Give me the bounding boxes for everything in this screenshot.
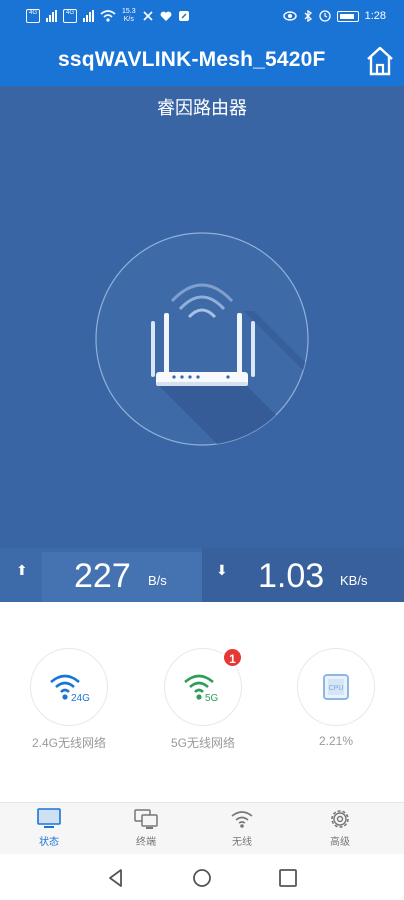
- signal1-icon: [46, 10, 57, 22]
- alarm-icon: [318, 10, 331, 22]
- battery-icon: [336, 10, 359, 22]
- cpu-usage-label: 2.21%: [318, 734, 354, 748]
- system-navigation-bar: [0, 854, 404, 900]
- app-notification-icon: [178, 11, 189, 21]
- wifi-24g-label: 2.4G无线网络: [31, 736, 107, 750]
- tab-devices[interactable]: 终端: [116, 807, 176, 853]
- tab-advanced-label: 高级: [330, 837, 350, 848]
- tab-wireless-label: 无线: [232, 837, 252, 848]
- tab-status-label: 状态: [39, 837, 59, 848]
- sim1-icon: 4G: [26, 9, 40, 23]
- upload-section: ⬆ 227 B/s: [0, 548, 202, 602]
- net-speed-unit: K/s: [123, 16, 134, 23]
- notification-badge: 1: [222, 647, 243, 668]
- tab-devices-label: 终端: [136, 837, 156, 848]
- download-section: ⬇ 1.03 KB/s: [202, 548, 404, 602]
- wifi-5g-icon: 5G: [184, 674, 219, 704]
- app-header: ssqWAVLINK-Mesh_5420F: [0, 36, 404, 86]
- devices-icon: [134, 809, 158, 829]
- tab-wireless[interactable]: 无线: [212, 807, 272, 853]
- svg-text:5G: 5G: [205, 693, 219, 704]
- net-speed-value: 15.3: [122, 8, 136, 15]
- gear-icon: [331, 810, 349, 828]
- traffic-speed-bar: ⬆ 227 B/s ⬇ 1.03 KB/s: [0, 548, 404, 602]
- svg-text:CPU: CPU: [329, 685, 344, 692]
- router-status-panel: 睿因路由器 ⬆ 227 B/s ⬇ 1.03 KB/s: [0, 86, 404, 602]
- wifi-icon: [231, 811, 253, 828]
- wifi-status-icon: [100, 10, 116, 22]
- heart-icon: [160, 11, 172, 21]
- download-arrow-icon: ⬇: [216, 562, 228, 578]
- wifi-5g-tile[interactable]: 5G 1: [164, 647, 243, 726]
- wifi-24g-icon: 24G: [50, 674, 90, 704]
- upload-speed-unit: B/s: [148, 573, 167, 588]
- tab-advanced[interactable]: 高级: [310, 807, 370, 853]
- svg-text:24G: 24G: [71, 693, 90, 704]
- net-speed: 15.3 K/s: [122, 8, 136, 24]
- tool-icon: [143, 11, 153, 21]
- download-speed-value: 1.03: [258, 557, 325, 595]
- sim2-label: 4G: [65, 10, 74, 16]
- home-icon[interactable]: [364, 44, 396, 78]
- home-nav-icon[interactable]: [190, 866, 214, 890]
- back-icon[interactable]: [104, 866, 128, 890]
- monitor-icon: [37, 808, 61, 828]
- signal2-icon: [83, 10, 94, 22]
- sim2-icon: 4G: [63, 9, 77, 23]
- status-left: 4G 4G 15.3 K/s: [26, 8, 190, 24]
- bluetooth-icon: [304, 10, 312, 22]
- device-title: ssqWAVLINK-Mesh_5420F: [58, 48, 326, 71]
- clock: 1:28: [364, 10, 386, 22]
- wifi-5g-label: 5G无线网络: [170, 736, 235, 750]
- upload-arrow-icon: ⬆: [16, 562, 28, 578]
- status-bar: 4G 4G 15.3 K/s 1:28: [0, 0, 404, 36]
- recents-icon[interactable]: [276, 866, 300, 890]
- router-name: 睿因路由器: [157, 98, 247, 118]
- wifi-24g-tile[interactable]: 24G: [30, 648, 108, 726]
- tab-status[interactable]: 状态: [19, 807, 79, 853]
- status-right: 1:28: [282, 10, 386, 22]
- bottom-tab-bar: 状态 终端 无线 高级: [0, 802, 404, 854]
- eye-icon: [282, 11, 297, 21]
- upload-speed-value: 227: [74, 557, 131, 595]
- quick-tiles: 24G 2.4G无线网络 5G 1 5G无线网络 CPU 2.21%: [0, 602, 404, 802]
- download-speed-unit: KB/s: [340, 573, 368, 588]
- cpu-tile[interactable]: CPU: [297, 648, 375, 726]
- sim1-label: 4G: [28, 10, 37, 16]
- router-icon: [95, 232, 309, 446]
- cpu-icon: CPU: [323, 674, 349, 700]
